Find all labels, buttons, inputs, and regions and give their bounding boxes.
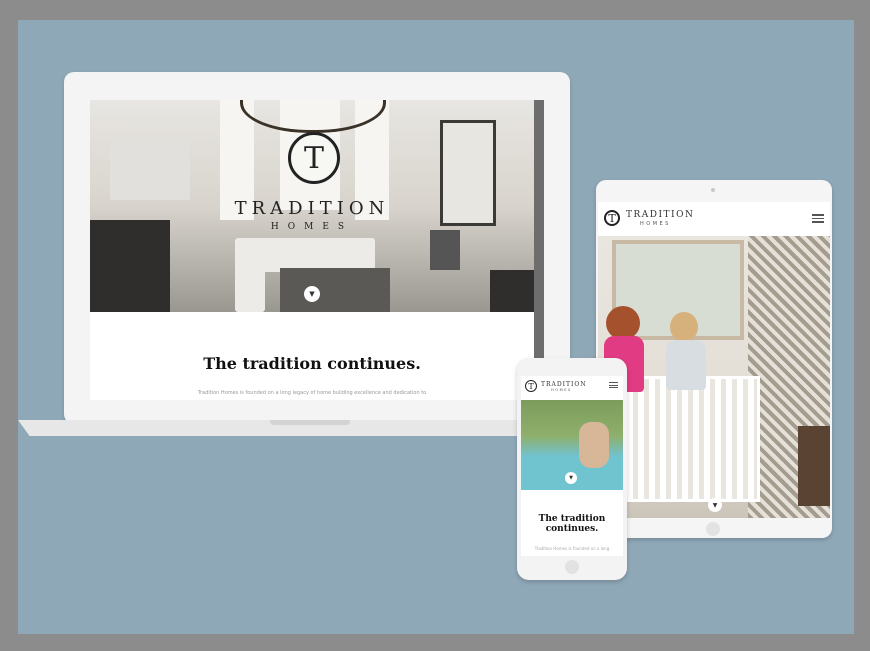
mobile-blurb: Tradition Homes is founded on a long: [534, 546, 610, 551]
tablet-header: T TRADITION HOMES: [598, 202, 830, 236]
hero-crib: [624, 376, 760, 502]
tablet-home-button: [706, 522, 720, 536]
hero-child: [606, 306, 640, 340]
hero-rug: [280, 268, 390, 312]
chevron-down-icon[interactable]: ▼: [565, 472, 577, 484]
hero-kitchen-counter: [90, 220, 170, 312]
tablet-device: T TRADITION HOMES ▼: [596, 180, 832, 538]
laptop-notch: [270, 420, 350, 425]
hero-dining-area: [110, 140, 190, 200]
hero-tv: [490, 270, 534, 312]
hero-sofa: [235, 250, 265, 312]
hero-child: [670, 312, 698, 342]
monogram-logo-icon[interactable]: T: [525, 380, 537, 392]
tablet-screen: T TRADITION HOMES ▼: [598, 202, 830, 518]
tablet-camera: [711, 188, 715, 192]
desktop-tagline: The tradition continues.: [203, 354, 421, 373]
hero-figure: [579, 422, 609, 468]
mobile-hero-image: ▼: [521, 400, 623, 490]
phone-screen: T TRADITION HOMES ▼ The tradition contin…: [521, 376, 623, 556]
logo-monogram: T: [608, 211, 616, 225]
tablet-hero-image: ▼: [598, 236, 830, 518]
hamburger-menu-icon[interactable]: [812, 214, 824, 225]
desktop-blurb: Tradition Homes is founded on a long leg…: [197, 390, 427, 396]
phone-device: T TRADITION HOMES ▼ The tradition contin…: [517, 358, 627, 580]
hero-child: [666, 340, 706, 390]
mobile-brand-sub: HOMES: [551, 388, 572, 392]
logo-monogram: T: [528, 381, 534, 391]
brand-sub: HOMES: [270, 222, 354, 232]
hero-chair: [798, 426, 830, 506]
brand-name: TRADITION: [234, 198, 390, 219]
tablet-brand-name: TRADITION: [626, 210, 695, 220]
laptop-screen: T TRADITION HOMES ▼ The tradition contin…: [90, 100, 544, 400]
monogram-logo-icon[interactable]: T: [604, 210, 620, 226]
phone-home-button: [565, 560, 579, 574]
chevron-down-icon[interactable]: ▼: [304, 286, 320, 302]
mobile-tagline-line2: continues.: [545, 524, 599, 534]
mobile-brand-name: TRADITION: [541, 381, 587, 388]
laptop-device: T TRADITION HOMES ▼ The tradition contin…: [64, 72, 570, 424]
mobile-tagline-line1: The tradition: [538, 514, 606, 524]
logo-monogram: T: [303, 140, 324, 176]
laptop-scrollbar[interactable]: [534, 100, 544, 400]
hero-fireplace: [430, 230, 460, 270]
chevron-down-icon[interactable]: ▼: [708, 498, 722, 512]
hamburger-menu-icon[interactable]: [609, 382, 618, 390]
tablet-brand-sub: HOMES: [640, 221, 671, 227]
monogram-logo-icon: T: [288, 132, 340, 184]
